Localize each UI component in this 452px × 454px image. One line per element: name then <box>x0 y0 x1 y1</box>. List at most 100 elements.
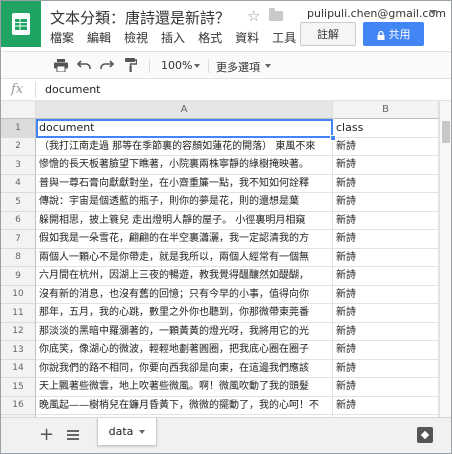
column-header-b[interactable]: B <box>333 101 439 119</box>
table-row: 5 傳說：宇宙是個透藍的瓶子，則你的夢是花，則的還想是葉 新詩 <box>1 193 439 212</box>
table-row: 3 慘憺的長天板著臉望下瞧著，小院裏兩株寧靜的綠樹掩映著。 新詩 <box>1 156 439 175</box>
cell-document[interactable]: 那年，五月，我的心跳，數里之外你也聽到，你那微帶東莞番 <box>36 304 333 323</box>
table-row: 12 那淡淡的黑暗中羅瀰著的，一顆黃黃的燈光呀，我將用它的光 新詩 <box>1 322 439 341</box>
formula-input[interactable]: document <box>45 83 101 96</box>
cell-document[interactable]: 普與一尊石膏向獻獻對坐，在小齋重簾一點，我不知如何詮釋 <box>36 174 333 193</box>
user-email[interactable]: pulipuli.chen@gmail.com <box>307 7 446 20</box>
table-row: 7 假如我是一朵雪花，翩翩的在半空裏瀟灑，我一定認清我的方 新詩 <box>1 230 439 249</box>
menu-view[interactable]: 檢視 <box>124 29 148 46</box>
cell-document[interactable]: 躲開相思，披上簑兒 走出燈明人靜的屋子。 小徑裏明月相窺 <box>36 211 333 230</box>
cell-document[interactable]: 你底笑，像湖心的微波，輕輕地劃著圓圈，把我底心圈在圈子 <box>36 341 333 360</box>
cell-class[interactable]: 新詩 <box>333 285 439 304</box>
sheet-tab-data[interactable]: data <box>97 418 157 446</box>
cell-document[interactable]: 兩個人一顆心不是你帶走，就是我所以，兩個人經常有一個無 <box>36 248 333 267</box>
table-row: 15 天上飄著些微雲，地上吹著些微風。啊！微風吹動了我的頭髮 新詩 <box>1 378 439 397</box>
cell-class[interactable]: 新詩 <box>333 211 439 230</box>
formula-divider <box>35 82 36 98</box>
menu-insert[interactable]: 插入 <box>161 29 185 46</box>
redo-icon[interactable] <box>99 57 115 73</box>
more-options-button[interactable]: 更多選項 <box>216 59 260 75</box>
cell-document[interactable]: 天上飄著些微雲，地上吹著些微風。啊！微風吹動了我的頭髮 <box>36 378 333 397</box>
document-title[interactable]: 文本分類：唐詩還是新詩？ <box>50 7 230 28</box>
table-row: 8 兩個人一顆心不是你帶走，就是我所以，兩個人經常有一個無 新詩 <box>1 248 439 267</box>
share-button[interactable]: 共用 <box>363 22 424 46</box>
toolbar-divider <box>208 59 209 73</box>
cell-class[interactable]: 新詩 <box>333 174 439 193</box>
sheets-logo-icon[interactable] <box>1 1 41 47</box>
row-header[interactable]: 2 <box>1 137 36 156</box>
cell-document[interactable]: 傳說：宇宙是個透藍的瓶子，則你的夢是花，則的還想是葉 <box>36 193 333 212</box>
print-icon[interactable] <box>53 57 69 73</box>
folder-icon[interactable] <box>269 8 283 21</box>
undo-icon[interactable] <box>76 57 92 73</box>
row-header[interactable]: 10 <box>1 285 36 304</box>
cell-document[interactable]: 沒有新的消息，也沒有舊的回憶；只有今早的小事，值得向你 <box>36 285 333 304</box>
menu-edit[interactable]: 編輯 <box>87 29 111 46</box>
table-row: 1 document class <box>1 119 439 141</box>
selected-cell-a1[interactable]: document <box>36 119 333 138</box>
paint-format-icon[interactable] <box>123 57 139 73</box>
table-row: 11 那年，五月，我的心跳，數里之外你也聽到，你那微帶東莞番 新詩 <box>1 304 439 323</box>
menu-format[interactable]: 格式 <box>198 29 222 46</box>
cell-class[interactable]: 新詩 <box>333 359 439 378</box>
spreadsheet-window: 文本分類：唐詩還是新詩？ ☆ pulipuli.chen@gmail.com 檔… <box>0 0 452 454</box>
menu-bar: 檔案 編輯 檢視 插入 格式 資料 工具 外 <box>50 29 334 46</box>
row-header[interactable]: 6 <box>1 211 36 230</box>
cell-class[interactable]: 新詩 <box>333 304 439 323</box>
row-header[interactable]: 1 <box>1 119 36 138</box>
row-header[interactable]: 15 <box>1 378 36 397</box>
cell-class[interactable]: 新詩 <box>333 248 439 267</box>
cell-document[interactable]: 慘憺的長天板著臉望下瞧著，小院裏兩株寧靜的綠樹掩映著。 <box>36 156 333 175</box>
row-header[interactable]: 16 <box>1 396 36 415</box>
cell-class[interactable]: 新詩 <box>333 322 439 341</box>
row-header[interactable]: 11 <box>1 304 36 323</box>
fill-handle[interactable] <box>330 134 336 141</box>
more-options-caret-icon[interactable] <box>265 64 271 68</box>
account-caret-icon[interactable] <box>429 10 437 14</box>
menu-data[interactable]: 資料 <box>235 29 259 46</box>
row-header[interactable]: 5 <box>1 193 36 212</box>
sheet-tab-caret-icon[interactable] <box>139 429 146 434</box>
star-icon[interactable]: ☆ <box>247 7 260 25</box>
explore-icon[interactable] <box>417 427 433 443</box>
cell-class[interactable]: 新詩 <box>333 267 439 286</box>
cell-class[interactable]: 新詩 <box>333 137 439 156</box>
vertical-scrollbar[interactable] <box>439 101 451 417</box>
cell-class[interactable]: 新詩 <box>333 341 439 360</box>
column-header-a[interactable]: A <box>36 101 333 119</box>
zoom-caret-icon[interactable] <box>194 64 200 68</box>
cell-document[interactable]: 晚風起——樹梢兒在鐮月昏黃下，微微的擺動了，我的心呵！不 <box>36 396 333 415</box>
table-row: 16 晚風起——樹梢兒在鐮月昏黃下，微微的擺動了，我的心呵！不 新詩 <box>1 396 439 415</box>
add-sheet-icon[interactable]: + <box>39 426 54 444</box>
cell-document[interactable]: 六月間在杭州，因湖上三夜的暢遊，教我覺得醞釀然如醍醐， <box>36 267 333 286</box>
row-header[interactable]: 8 <box>1 248 36 267</box>
scrollbar-thumb[interactable] <box>442 121 450 143</box>
cell-document[interactable]: 假如我是一朵雪花，翩翩的在半空裏瀟灑，我一定認清我的方 <box>36 230 333 249</box>
cell-class[interactable]: 新詩 <box>333 396 439 415</box>
row-header[interactable]: 12 <box>1 322 36 341</box>
cell-document[interactable]: 那淡淡的黑暗中羅瀰著的，一顆黃黃的燈光呀，我將用它的光 <box>36 322 333 341</box>
cell-class[interactable]: 新詩 <box>333 378 439 397</box>
zoom-select[interactable]: 100% <box>161 59 192 72</box>
toolbar-divider <box>149 59 150 73</box>
row-header[interactable]: 13 <box>1 341 36 360</box>
comments-button[interactable]: 註解 <box>300 22 356 46</box>
lock-icon <box>377 30 385 40</box>
cell-document[interactable]: （我打江南走過 那等在季節裏的容顏如蓮花的開落） 東風不來 <box>36 137 333 156</box>
cell-class[interactable]: 新詩 <box>333 230 439 249</box>
toolbar: 100% 更多選項 <box>1 51 451 79</box>
table-row: 4 普與一尊石膏向獻獻對坐，在小齋重簾一點，我不知如何詮釋 新詩 <box>1 174 439 193</box>
row-header[interactable]: 3 <box>1 156 36 175</box>
cell-class[interactable]: 新詩 <box>333 156 439 175</box>
row-header[interactable]: 14 <box>1 359 36 378</box>
cell-document[interactable]: 你說我們的路不相同，你要向西我卻是向東，在這邊我們應該 <box>36 359 333 378</box>
cell-class[interactable]: class <box>333 119 439 138</box>
row-header[interactable]: 9 <box>1 267 36 286</box>
select-all-corner[interactable] <box>1 101 36 119</box>
row-header[interactable]: 7 <box>1 230 36 249</box>
row-header[interactable]: 4 <box>1 174 36 193</box>
cell-class[interactable]: 新詩 <box>333 193 439 212</box>
menu-tools[interactable]: 工具 <box>272 29 296 46</box>
menu-file[interactable]: 檔案 <box>50 29 74 46</box>
all-sheets-icon[interactable] <box>67 430 79 440</box>
